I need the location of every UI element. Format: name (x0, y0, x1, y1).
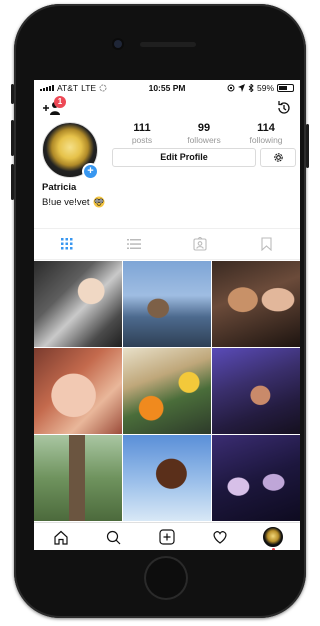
edit-profile-button[interactable]: Edit Profile (112, 148, 256, 167)
stat-value: 111 (133, 122, 151, 134)
tab-grid[interactable] (52, 233, 82, 255)
grid-photo[interactable] (212, 348, 300, 434)
grid-photo[interactable] (34, 435, 122, 521)
tagged-icon (193, 237, 207, 251)
tab-tagged[interactable] (185, 233, 215, 255)
bio-text: B!ue ve!vet (42, 196, 90, 208)
carrier-text: AT&T (57, 83, 79, 93)
heart-icon (213, 531, 227, 544)
volume-down-button (11, 164, 14, 200)
nav-home[interactable] (49, 526, 73, 548)
activity-dot (271, 548, 275, 550)
bio-line: B!ue ve!vet (42, 196, 292, 208)
battery-percent: 59% (256, 83, 274, 93)
grid-photo[interactable] (123, 348, 211, 434)
stat-value: 114 (257, 122, 275, 134)
gear-icon (273, 153, 283, 162)
grid-photo[interactable] (34, 348, 122, 434)
front-camera (114, 40, 122, 48)
profile-stats: 111 posts 99 followers 114 following (112, 122, 296, 145)
profile-tabs (34, 228, 300, 260)
stat-label: following (249, 135, 283, 145)
profile-summary: + 111 posts 99 followers 114 following E… (34, 120, 300, 182)
tab-list[interactable] (119, 233, 149, 255)
home-icon (53, 530, 68, 545)
grid-photo[interactable] (34, 261, 122, 347)
location-icon (237, 84, 245, 92)
lock-rotation-icon (227, 84, 235, 92)
nav-profile[interactable] (261, 526, 285, 550)
grid-photo[interactable] (123, 435, 211, 521)
app-screen: AT&T LTE 10:55 PM 59% 1 + 111 posts 99 f… (34, 80, 300, 550)
mute-switch (11, 84, 14, 104)
photo-grid (34, 261, 300, 522)
battery-icon (277, 84, 294, 92)
stat-label: posts (131, 135, 153, 145)
profile-bio: Patricia B!ue ve!vet (34, 182, 300, 208)
grid-photo[interactable] (123, 261, 211, 347)
grid-photo[interactable] (212, 435, 300, 521)
home-button[interactable] (144, 556, 188, 600)
profile-name: Patricia (42, 182, 77, 193)
status-right: 59% (227, 83, 294, 93)
stat-followers[interactable]: 99 followers (174, 122, 234, 145)
earpiece-speaker (140, 42, 196, 47)
add-post-icon (159, 529, 175, 545)
status-time: 10:55 PM (148, 83, 186, 93)
profile-header: 1 (34, 96, 300, 120)
nav-new-post[interactable] (155, 526, 179, 548)
power-button (306, 124, 309, 168)
tab-saved[interactable] (252, 233, 282, 255)
volume-up-button (11, 120, 14, 156)
status-bar: AT&T LTE 10:55 PM 59% (34, 80, 300, 96)
nav-search[interactable] (102, 526, 126, 548)
bluetooth-icon (248, 84, 254, 92)
notification-badge: 1 (54, 96, 66, 108)
list-icon (126, 239, 141, 249)
add-story-icon[interactable]: + (82, 163, 99, 180)
stat-posts[interactable]: 111 posts (112, 122, 172, 145)
nav-activity[interactable] (208, 526, 232, 548)
nerd-face-emoji-icon (93, 196, 105, 208)
bookmark-icon (261, 237, 272, 251)
network-text: LTE (81, 83, 97, 93)
stat-following[interactable]: 114 following (236, 122, 296, 145)
grid-icon (61, 238, 73, 250)
loading-icon (99, 84, 107, 92)
search-icon (107, 530, 121, 544)
bottom-nav (34, 522, 300, 550)
signal-icon (40, 85, 54, 91)
stat-label: followers (187, 135, 221, 145)
profile-avatar-small (263, 527, 284, 547)
history-icon[interactable] (276, 100, 292, 116)
stat-value: 99 (197, 122, 211, 134)
grid-photo[interactable] (212, 261, 300, 347)
settings-button[interactable] (260, 148, 296, 167)
status-left: AT&T LTE (40, 83, 107, 93)
